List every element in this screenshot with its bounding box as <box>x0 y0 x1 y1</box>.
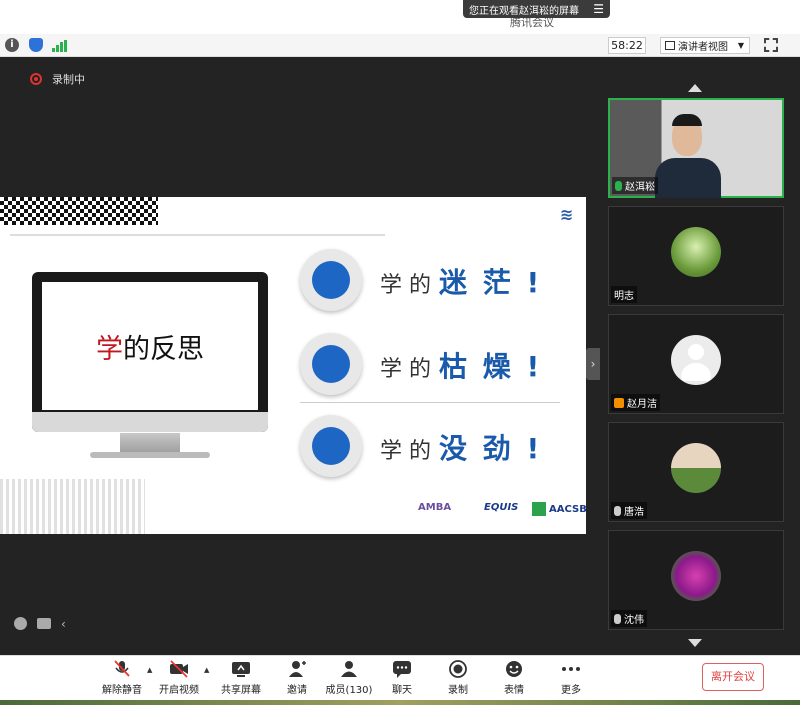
grid-icon <box>665 41 675 50</box>
record-icon <box>448 660 468 678</box>
top-bar: 腾讯会议 <box>0 0 800 34</box>
presentation-slide: ≋ 学的反思 学 的迷 茫 ! 学 的枯 燥 ! 学 的没 劲 ! AMBA E… <box>0 197 586 534</box>
signal-icon[interactable] <box>52 40 68 52</box>
record-dot-icon <box>30 73 42 85</box>
monitor-bezel <box>32 412 268 432</box>
chevron-up-icon[interactable]: ▲ <box>147 666 152 674</box>
participant-tile[interactable]: 唐浩 <box>608 422 784 522</box>
participant-sidebar: 赵洱崧 明志 赵月洁 唐浩 沈伟 <box>600 57 800 655</box>
chevron-down-icon: ▼ <box>737 41 744 50</box>
people-icon <box>300 333 362 395</box>
monitor-screen: 学的反思 <box>42 282 258 410</box>
share-screen-button[interactable]: 共享屏幕 <box>216 660 266 696</box>
reactions-button[interactable]: 表情 <box>489 660 539 696</box>
fullscreen-icon[interactable] <box>764 38 778 52</box>
add-user-icon <box>287 660 307 678</box>
avatar <box>671 551 721 601</box>
people-icon <box>300 415 362 477</box>
invite-button[interactable]: 邀请 <box>272 660 322 696</box>
shared-screen-area: 录制中 ≋ 学的反思 学 的迷 茫 ! 学 的枯 燥 ! 学 的没 劲 ! AM… <box>0 57 600 655</box>
members-icon <box>339 660 359 678</box>
equis-logo: EQUIS <box>484 502 519 513</box>
avatar <box>671 443 721 493</box>
person-hair <box>672 114 702 126</box>
collapse-sidebar-handle[interactable]: › <box>586 348 600 380</box>
slide-item-text: 学 的枯 燥 ! <box>380 350 543 383</box>
chevron-left-icon[interactable]: ‹ <box>61 617 66 631</box>
members-button[interactable]: 成员(130) <box>324 660 374 696</box>
scroll-down-icon[interactable] <box>688 639 702 647</box>
start-video-button[interactable]: 开启视频 <box>154 660 204 696</box>
share-banner-text: 您正在观看赵洱崧的屏幕 <box>469 5 579 17</box>
participant-name: 唐浩 <box>611 502 647 519</box>
slide-title: 的反思 <box>123 333 204 365</box>
info-bar: i 58:22 演讲者视图 ▼ <box>0 34 800 57</box>
share-screen-icon <box>231 660 251 678</box>
recording-indicator: 录制中 <box>30 71 85 87</box>
slide-item-divider <box>300 402 560 403</box>
slide-item-text: 学 的没 劲 ! <box>380 432 543 465</box>
emoji-icon[interactable] <box>14 617 27 630</box>
meeting-timer: 58:22 <box>608 37 646 54</box>
avatar <box>671 227 721 277</box>
mic-icon <box>615 180 622 191</box>
info-icon[interactable]: i <box>5 38 19 52</box>
participant-tile[interactable]: 赵月洁 <box>608 314 784 414</box>
participant-name: 明志 <box>611 286 637 303</box>
recording-label: 录制中 <box>52 73 85 86</box>
chat-icon <box>392 660 412 678</box>
menu-icon[interactable]: ☰ <box>593 2 604 16</box>
participant-tile[interactable]: 明志 <box>608 206 784 306</box>
smile-icon <box>504 660 524 678</box>
slide-title-highlight: 学 <box>96 333 123 365</box>
record-button[interactable]: 录制 <box>433 660 483 696</box>
unmute-button[interactable]: 解除静音 <box>97 660 147 696</box>
aacsb-logo: AACSB <box>532 502 586 516</box>
annotation-tools: ‹ <box>14 617 66 631</box>
participant-name: 沈伟 <box>611 610 647 627</box>
mic-muted-icon <box>614 505 621 516</box>
chat-button[interactable]: 聊天 <box>377 660 427 696</box>
slide-item-text: 学 的迷 茫 ! <box>380 266 543 299</box>
building-sketch <box>0 479 145 534</box>
share-banner[interactable]: 您正在观看赵洱崧的屏幕 ☰ <box>463 0 610 18</box>
more-dots-icon <box>561 660 581 678</box>
monitor-base <box>90 452 210 458</box>
slide-divider <box>10 234 385 236</box>
avatar <box>671 335 721 385</box>
view-mode-label: 演讲者视图 <box>678 42 728 53</box>
slide-item: 学 的迷 茫 ! <box>300 249 550 311</box>
desktop-background-strip <box>0 700 800 705</box>
more-button[interactable]: 更多 <box>546 660 596 696</box>
view-mode-button[interactable]: 演讲者视图 ▼ <box>660 37 750 54</box>
video-off-icon <box>169 660 189 678</box>
mic-off-icon <box>112 660 132 678</box>
participant-tile[interactable]: 沈伟 <box>608 530 784 630</box>
participant-tile[interactable]: 赵洱崧 <box>608 98 784 198</box>
slide-header-pattern <box>0 197 158 225</box>
user-badge-icon <box>614 397 624 408</box>
school-logo-icon: ≋ <box>560 205 574 224</box>
leave-meeting-button[interactable]: 离开会议 <box>702 663 764 691</box>
meeting-toolbar: 解除静音 ▲ 开启视频 ▲ 共享屏幕 邀请 成员(130) 聊天 录制 表情 更… <box>0 655 800 700</box>
mic-muted-icon <box>614 613 621 624</box>
scroll-up-icon[interactable] <box>688 84 702 92</box>
chevron-up-icon[interactable]: ▲ <box>204 666 209 674</box>
person-body <box>655 158 721 198</box>
participant-name: 赵月洁 <box>611 394 660 411</box>
amba-logo: AMBA <box>418 502 452 513</box>
slide-item: 学 的枯 燥 ! <box>300 333 550 395</box>
slide-item: 学 的没 劲 ! <box>300 415 550 477</box>
participant-name: 赵洱崧 <box>612 177 658 194</box>
monitor-graphic: 学的反思 <box>32 272 268 432</box>
people-icon <box>300 249 362 311</box>
chat-bubble-icon[interactable] <box>37 618 51 629</box>
shield-icon[interactable] <box>29 38 43 52</box>
